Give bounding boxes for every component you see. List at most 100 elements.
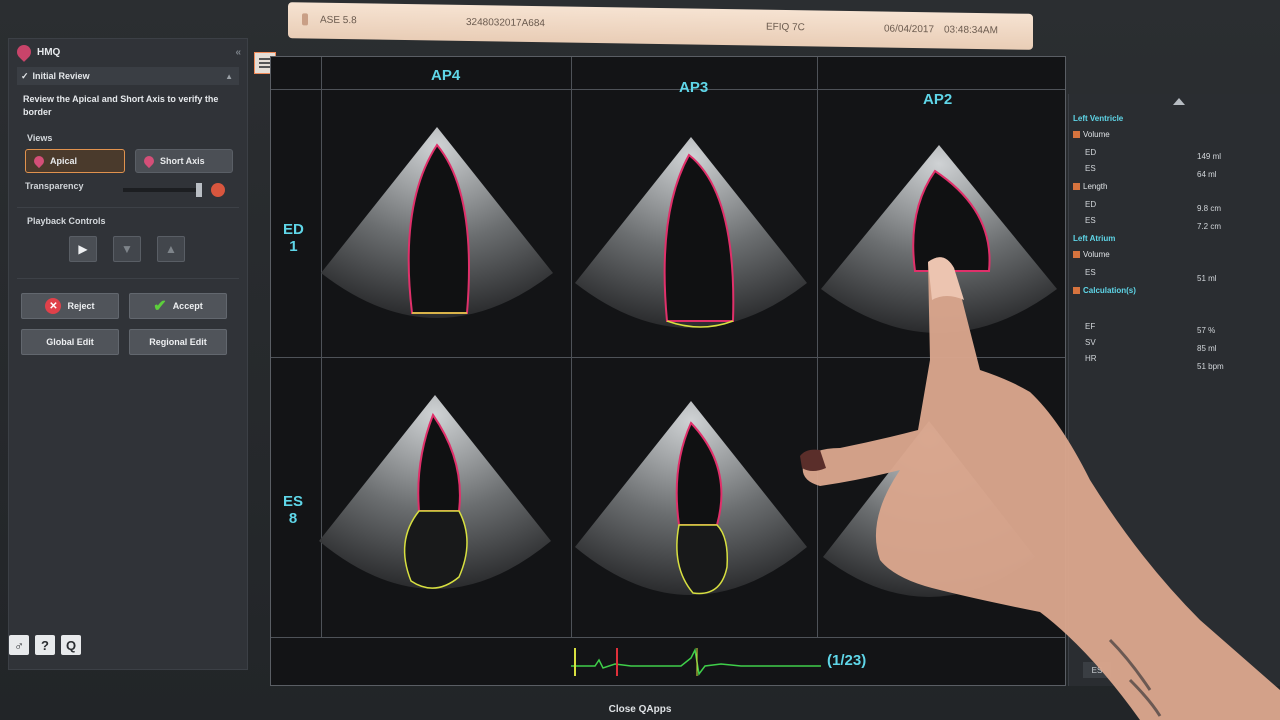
left-atrium-title: Left Atrium bbox=[1073, 234, 1116, 243]
patient-info-bar: ASE 5.8 3248032017A684 EFIQ 7C 06/04/201… bbox=[288, 2, 1033, 50]
echo-ap2-es[interactable] bbox=[819, 417, 1039, 627]
grid-line bbox=[271, 89, 1065, 90]
collapse-square-icon bbox=[1073, 287, 1080, 294]
reject-button[interactable]: ✕ Reject bbox=[21, 293, 119, 319]
group-label: Volume bbox=[1083, 250, 1110, 259]
column-title-ap4: AP4 bbox=[431, 67, 461, 84]
apical-label: Apical bbox=[50, 156, 78, 166]
group-label: Volume bbox=[1083, 130, 1110, 139]
transparency-slider[interactable] bbox=[123, 183, 202, 197]
image-grid: AP4 AP3 AP2 ED 1 ES 8 (1/23) bbox=[270, 56, 1066, 686]
result-value: 51 ml bbox=[1197, 274, 1217, 283]
play-button[interactable]: ▶ bbox=[69, 236, 97, 262]
patient-icon bbox=[302, 13, 308, 26]
app-title: HMQ bbox=[37, 46, 61, 58]
short-axis-view-button[interactable]: Short Axis bbox=[135, 149, 233, 173]
instruction-text: Review the Apical and Short Axis to veri… bbox=[23, 94, 219, 117]
views-label: Views bbox=[27, 133, 53, 143]
reject-icon: ✕ bbox=[45, 298, 62, 314]
frame-counter: (1/23) bbox=[827, 652, 867, 669]
step-label: Initial Review bbox=[32, 71, 90, 81]
playback-label: Playback Controls bbox=[27, 216, 106, 226]
row-phase: ES bbox=[283, 493, 304, 510]
group-label: Length bbox=[1083, 182, 1108, 191]
row-phase: ED bbox=[283, 221, 304, 238]
echo-ap4-es[interactable] bbox=[315, 391, 555, 621]
result-key: SV bbox=[1085, 338, 1096, 347]
result-key: HR bbox=[1085, 354, 1097, 363]
collapse-square-icon bbox=[1073, 251, 1080, 258]
result-value: 85 ml bbox=[1197, 344, 1217, 353]
left-ventricle-title: Left Ventricle bbox=[1073, 114, 1124, 123]
result-value: 7.2 cm bbox=[1197, 222, 1222, 231]
check-icon: ✓ bbox=[21, 70, 29, 81]
result-value: 51 bpm bbox=[1197, 362, 1224, 371]
short-axis-label: Short Axis bbox=[160, 156, 205, 166]
row-label-ed: ED 1 bbox=[283, 221, 304, 255]
checkmark-icon: ✔ bbox=[153, 298, 167, 315]
step-up-button[interactable]: ▲ bbox=[157, 236, 185, 262]
workflow-panel: HMQ « ✓ Initial Review ▲ Review the Apic… bbox=[8, 38, 248, 670]
column-title-ap2: AP2 bbox=[923, 91, 953, 108]
probe-label: EFIQ 7C bbox=[766, 21, 805, 34]
result-value: 149 ml bbox=[1197, 152, 1222, 161]
search-icon[interactable]: Q bbox=[61, 635, 81, 655]
lv-length-group[interactable]: Length bbox=[1073, 182, 1107, 191]
apical-icon bbox=[31, 153, 47, 169]
short-axis-icon bbox=[141, 153, 157, 169]
la-volume-group[interactable]: Volume bbox=[1073, 250, 1110, 259]
row-frame: 1 bbox=[289, 238, 298, 255]
column-title-ap3: AP3 bbox=[679, 79, 709, 96]
help-icon[interactable]: ? bbox=[35, 635, 55, 655]
lv-volume-group[interactable]: Volume bbox=[1073, 130, 1110, 139]
accept-button[interactable]: ✔ Accept bbox=[129, 293, 227, 319]
row-label-es: ES 8 bbox=[283, 493, 303, 527]
result-key: ED bbox=[1085, 200, 1097, 209]
patient-id: 3248032017A684 bbox=[466, 16, 545, 30]
chevron-up-icon: ▲ bbox=[225, 71, 233, 81]
ecg-trace[interactable] bbox=[571, 646, 821, 678]
monitor-screen: ASE 5.8 3248032017A684 EFIQ 7C 06/04/201… bbox=[0, 0, 1280, 720]
tools-icon[interactable]: ♂ bbox=[9, 635, 29, 655]
echo-ap3-es[interactable] bbox=[571, 397, 811, 627]
exam-time: 03:48:34AM bbox=[944, 24, 998, 37]
row-frame: 8 bbox=[288, 510, 298, 527]
group-label: Calculation(s) bbox=[1083, 286, 1136, 295]
divider bbox=[17, 278, 239, 279]
reject-label: Reject bbox=[67, 301, 95, 311]
apical-view-button[interactable]: Apical bbox=[25, 149, 125, 173]
collapse-icon[interactable]: « bbox=[235, 47, 241, 58]
slider-thumb[interactable] bbox=[196, 183, 202, 197]
collapse-square-icon bbox=[1073, 131, 1080, 138]
transparency-label: Transparency bbox=[25, 181, 84, 191]
step-initial-review[interactable]: ✓ Initial Review ▲ bbox=[17, 67, 239, 85]
echo-ap3-ed[interactable] bbox=[571, 133, 811, 357]
la-contour bbox=[403, 510, 468, 589]
result-value: 9.8 cm bbox=[1197, 204, 1222, 213]
echo-ap2-ed[interactable] bbox=[817, 141, 1061, 361]
result-key: ES bbox=[1085, 216, 1096, 225]
regional-edit-button[interactable]: Regional Edit bbox=[129, 329, 227, 355]
es-button[interactable]: ES bbox=[1083, 662, 1111, 678]
global-edit-button[interactable]: Global Edit bbox=[21, 329, 119, 355]
result-key: ES bbox=[1085, 164, 1096, 173]
panel-header: HMQ « bbox=[9, 39, 247, 65]
accept-label: Accept bbox=[172, 301, 203, 311]
results-panel: Left Ventricle Volume ED 149 ml ES 64 ml… bbox=[1068, 94, 1280, 686]
echo-ap4-ed[interactable] bbox=[317, 123, 557, 347]
result-key: ED bbox=[1085, 148, 1097, 157]
close-qapps-button[interactable]: Close QApps bbox=[0, 704, 1280, 715]
scroll-up-icon[interactable] bbox=[1173, 98, 1185, 105]
step-down-button[interactable]: ▼ bbox=[113, 236, 141, 262]
calculations-group[interactable]: Calculation(s) bbox=[1073, 286, 1136, 295]
collapse-square-icon bbox=[1073, 183, 1080, 190]
result-key: EF bbox=[1085, 322, 1096, 331]
study-label: ASE 5.8 bbox=[320, 14, 357, 27]
exam-date: 06/04/2017 bbox=[884, 23, 935, 36]
result-key: ES bbox=[1085, 268, 1096, 277]
contour-visibility-icon[interactable] bbox=[211, 183, 225, 197]
result-value: 64 ml bbox=[1197, 170, 1217, 179]
result-value: 57 % bbox=[1197, 326, 1216, 335]
heart-icon bbox=[14, 42, 34, 62]
divider bbox=[17, 207, 239, 208]
